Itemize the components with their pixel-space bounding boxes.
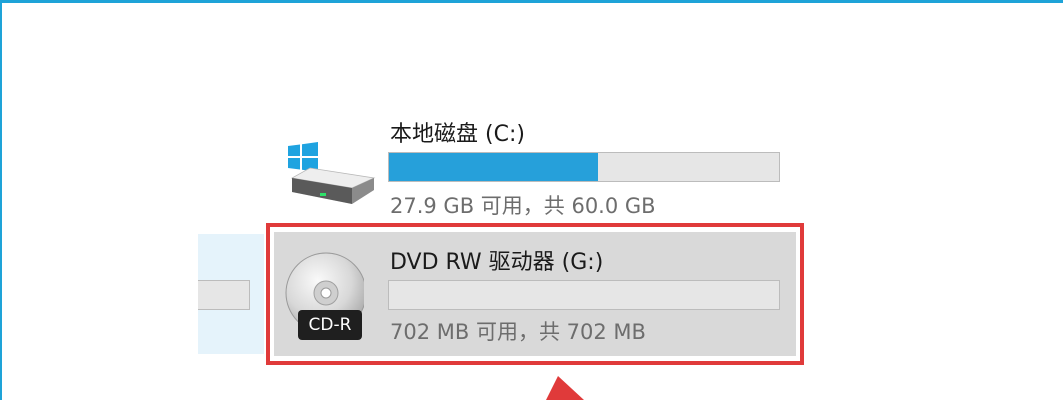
adjacent-storage-bar — [198, 280, 250, 310]
pointer-arrow-icon — [546, 376, 584, 400]
drive-item-c[interactable]: 本地磁盘 (C:) 27.9 GB 可用，共 60.0 GB — [280, 108, 800, 223]
window-left-border — [0, 0, 2, 400]
adjacent-drive-item[interactable] — [198, 234, 264, 354]
window-top-border — [0, 0, 1063, 3]
hard-drive-windows-icon — [288, 142, 376, 204]
drive-free-space-label: 27.9 GB 可用，共 60.0 GB — [390, 194, 656, 218]
storage-usage-bar — [388, 152, 780, 182]
drive-name-label: 本地磁盘 (C:) — [390, 122, 525, 147]
selection-highlight-frame — [266, 223, 804, 365]
storage-usage-fill — [389, 153, 598, 181]
